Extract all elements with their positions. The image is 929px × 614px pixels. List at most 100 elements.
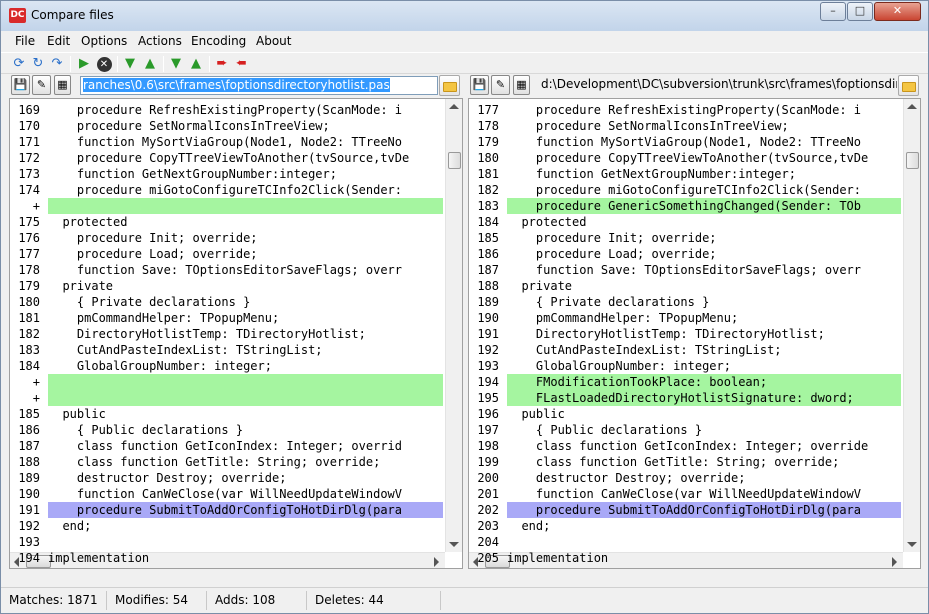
scroll-down-arrow-icon[interactable] — [449, 542, 459, 547]
code-line[interactable]: function GetNextGroupNumber:integer; — [507, 166, 901, 182]
code-line[interactable]: procedure CopyTTreeViewToAnother(tvSourc… — [48, 150, 443, 166]
code-line[interactable]: DirectoryHotlistTemp: TDirectoryHotlist; — [507, 326, 901, 342]
code-line[interactable]: CutAndPasteIndexList: TStringList; — [48, 342, 443, 358]
right-save-icon[interactable]: 💾 — [470, 75, 489, 95]
code-line[interactable]: procedure Load; override; — [48, 246, 443, 262]
code-line[interactable]: procedure Init; override; — [507, 230, 901, 246]
code-line[interactable]: { Public declarations } — [507, 422, 901, 438]
code-line[interactable]: procedure SetNormalIconsInTreeView; — [48, 118, 443, 134]
left-path-field[interactable]: ranches\0.6\src\frames\foptionsdirectory… — [80, 76, 438, 95]
code-line[interactable]: procedure Load; override; — [507, 246, 901, 262]
code-line[interactable]: class function GetIconIndex: Integer; ov… — [507, 438, 901, 454]
window-title: Compare files — [31, 8, 114, 22]
left-open-folder-icon[interactable] — [439, 75, 460, 96]
code-line[interactable]: implementation — [507, 550, 901, 566]
code-line[interactable] — [48, 390, 443, 406]
reload-icon[interactable]: ⟳ — [10, 55, 28, 73]
refresh-icon[interactable]: ↻ — [29, 55, 47, 73]
code-line[interactable]: pmCommandHelper: TPopupMenu; — [48, 310, 443, 326]
code-line[interactable]: GlobalGroupNumber: integer; — [507, 358, 901, 374]
last-diff-icon[interactable]: ▲ — [187, 55, 205, 73]
code-line[interactable] — [48, 534, 443, 550]
code-line[interactable] — [48, 198, 443, 214]
menu-encoding[interactable]: Encoding — [191, 34, 246, 48]
menu-file[interactable]: File — [15, 34, 35, 48]
menu-actions[interactable]: Actions — [138, 34, 182, 48]
right-vertical-scrollbar[interactable] — [903, 99, 920, 552]
maximize-button[interactable]: □ — [847, 2, 873, 21]
left-vertical-scrollbar[interactable] — [445, 99, 462, 552]
copy-left-icon[interactable]: ➨ — [232, 55, 250, 73]
code-line[interactable]: destructor Destroy; override; — [507, 470, 901, 486]
code-line[interactable]: destructor Destroy; override; — [48, 470, 443, 486]
scroll-up-arrow-icon[interactable] — [449, 104, 459, 109]
code-line[interactable]: procedure Init; override; — [48, 230, 443, 246]
code-line[interactable]: procedure SetNormalIconsInTreeView; — [507, 118, 901, 134]
code-line[interactable]: function GetNextGroupNumber:integer; — [48, 166, 443, 182]
right-path-field[interactable]: d:\Development\DC\subversion\trunk\src\f… — [539, 76, 897, 95]
code-line[interactable]: class function GetIconIndex: Integer; ov… — [48, 438, 443, 454]
first-diff-icon[interactable]: ▼ — [121, 55, 139, 73]
code-line[interactable]: public — [507, 406, 901, 422]
left-vertical-scroll-thumb[interactable] — [448, 152, 461, 169]
code-line[interactable]: pmCommandHelper: TPopupMenu; — [507, 310, 901, 326]
code-line[interactable]: function CanWeClose(var WillNeedUpdateWi… — [48, 486, 443, 502]
code-line[interactable]: { Private declarations } — [48, 294, 443, 310]
code-line[interactable]: DirectoryHotlistTemp: TDirectoryHotlist; — [48, 326, 443, 342]
next-diff-icon[interactable]: ▼ — [167, 55, 185, 73]
code-line[interactable]: procedure CopyTTreeViewToAnother(tvSourc… — [507, 150, 901, 166]
scroll-up-arrow-icon[interactable] — [907, 104, 917, 109]
code-line[interactable]: protected — [507, 214, 901, 230]
right-open-folder-icon[interactable] — [898, 75, 919, 96]
code-line[interactable]: function Save: TOptionsEditorSaveFlags; … — [48, 262, 443, 278]
menu-options[interactable]: Options — [81, 34, 127, 48]
right-encoding-icon[interactable]: ▦ — [513, 75, 530, 95]
copy-right-icon[interactable]: ➨ — [213, 55, 231, 73]
code-line[interactable]: private — [48, 278, 443, 294]
code-line[interactable]: procedure RefreshExistingProperty(ScanMo… — [48, 102, 443, 118]
prev-diff-icon[interactable]: ▲ — [141, 55, 159, 73]
code-line[interactable]: procedure miGotoConfigureTCInfo2Click(Se… — [48, 182, 443, 198]
code-line[interactable]: end; — [48, 518, 443, 534]
code-line[interactable]: private — [507, 278, 901, 294]
left-edit-icon[interactable]: ✎ — [32, 75, 51, 95]
code-line[interactable]: class function GetTitle: String; overrid… — [48, 454, 443, 470]
right-edit-icon[interactable]: ✎ — [491, 75, 510, 95]
close-button[interactable]: ✕ — [874, 2, 921, 21]
code-line[interactable]: implementation — [48, 550, 443, 566]
code-line[interactable] — [48, 374, 443, 390]
code-line[interactable]: procedure SubmitToAddOrConfigToHotDirDlg… — [48, 502, 443, 518]
code-line[interactable]: end; — [507, 518, 901, 534]
left-encoding-icon[interactable]: ▦ — [54, 75, 71, 95]
code-line[interactable]: procedure RefreshExistingProperty(ScanMo… — [507, 102, 901, 118]
code-line[interactable]: procedure SubmitToAddOrConfigToHotDirDlg… — [507, 502, 901, 518]
save-icon[interactable]: ↷ — [48, 55, 66, 73]
start-compare-icon[interactable]: ▶ — [75, 55, 93, 73]
code-line[interactable]: function Save: TOptionsEditorSaveFlags; … — [507, 262, 901, 278]
menu-edit[interactable]: Edit — [47, 34, 70, 48]
code-line[interactable]: GlobalGroupNumber: integer; — [48, 358, 443, 374]
code-line[interactable]: public — [48, 406, 443, 422]
left-save-icon[interactable]: 💾 — [11, 75, 30, 95]
code-line[interactable]: { Private declarations } — [507, 294, 901, 310]
menu-about[interactable]: About — [256, 34, 291, 48]
code-line[interactable]: function MySortViaGroup(Node1, Node2: TT… — [48, 134, 443, 150]
stop-icon[interactable]: ✕ — [95, 55, 113, 73]
code-line[interactable]: procedure miGotoConfigureTCInfo2Click(Se… — [507, 182, 901, 198]
title-bar[interactable]: DC Compare files – □ ✕ — [1, 1, 928, 31]
code-line[interactable]: function MySortViaGroup(Node1, Node2: TT… — [507, 134, 901, 150]
right-vertical-scroll-thumb[interactable] — [906, 152, 919, 169]
code-line[interactable]: CutAndPasteIndexList: TStringList; — [507, 342, 901, 358]
scroll-down-arrow-icon[interactable] — [907, 542, 917, 547]
code-line[interactable]: class function GetTitle: String; overrid… — [507, 454, 901, 470]
code-line[interactable]: procedure GenericSomethingChanged(Sender… — [507, 198, 901, 214]
code-line[interactable]: protected — [48, 214, 443, 230]
code-line[interactable]: FLastLoadedDirectoryHotlistSignature: dw… — [507, 390, 901, 406]
code-line[interactable] — [507, 534, 901, 550]
code-line[interactable]: function CanWeClose(var WillNeedUpdateWi… — [507, 486, 901, 502]
right-editor[interactable]: 177 procedure RefreshExistingProperty(Sc… — [468, 98, 921, 569]
code-line[interactable]: FModificationTookPlace: boolean; — [507, 374, 901, 390]
code-line[interactable]: { Public declarations } — [48, 422, 443, 438]
minimize-button[interactable]: – — [820, 2, 846, 21]
left-editor[interactable]: 169 procedure RefreshExistingProperty(Sc… — [9, 98, 463, 569]
